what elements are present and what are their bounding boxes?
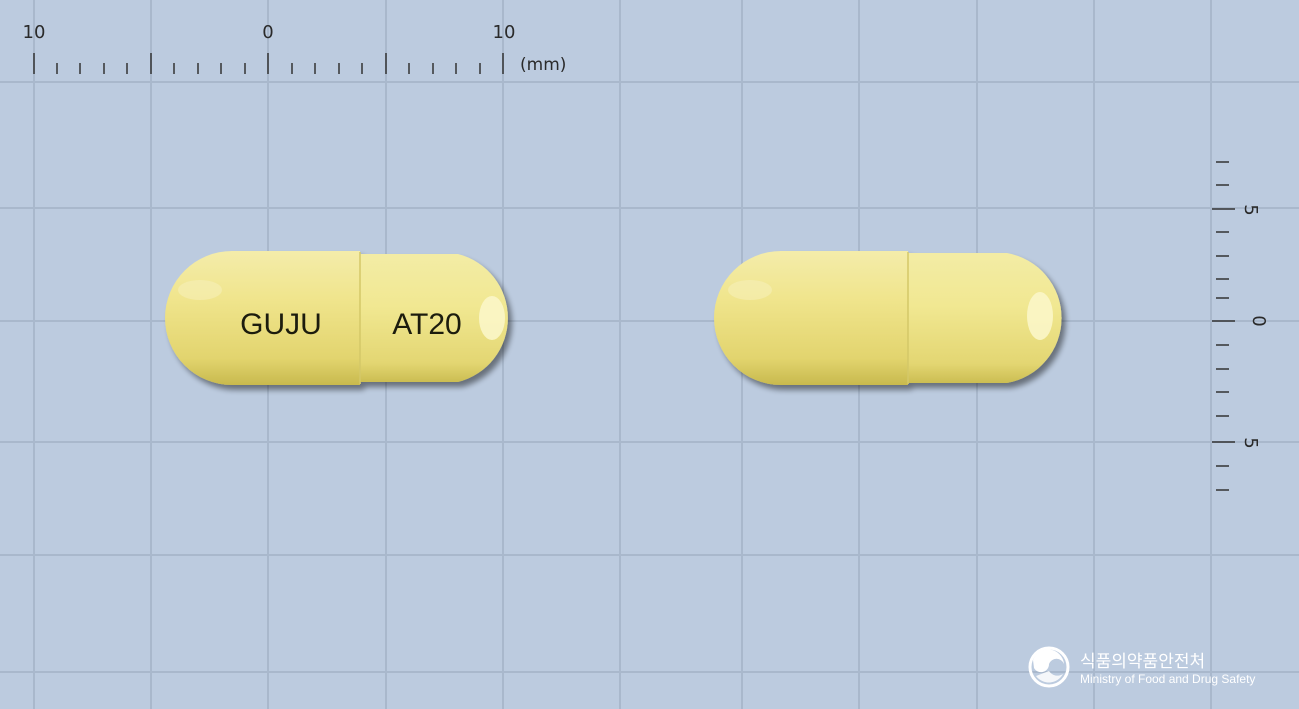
top-ruler-label-right: 10 [493,22,516,43]
mfds-emblem-icon [1028,646,1070,688]
top-ruler-label-left: 10 [23,22,46,43]
right-ruler-label-center: 0 [1248,315,1269,326]
capsule-back-cap [714,251,908,385]
capsule-imprint-left: GUJU [240,308,322,341]
capsule-front: GUJU AT20 [165,251,508,385]
top-ruler-label-center: 0 [262,22,273,43]
mfds-logo: 식품의약품안전처 Ministry of Food and Drug Safet… [1028,646,1255,688]
right-ruler-label-top: 5 [1240,204,1261,215]
mfds-english-name: Ministry of Food and Drug Safety [1080,672,1255,686]
top-ruler-unit: (mm) [520,55,566,75]
capsule-imprint-right: AT20 [392,308,461,341]
capsule-back [714,251,1062,385]
right-ruler-label-bottom: 5 [1240,437,1261,448]
pill-identification-image: 10 0 10 (mm) 5 0 5 GUJU AT20 식품의약품안전처 Mi… [0,0,1299,709]
top-ruler: 10 0 10 (mm) [23,22,567,75]
right-ruler: 5 0 5 [1212,161,1269,491]
mfds-korean-name: 식품의약품안전처 [1080,652,1205,672]
